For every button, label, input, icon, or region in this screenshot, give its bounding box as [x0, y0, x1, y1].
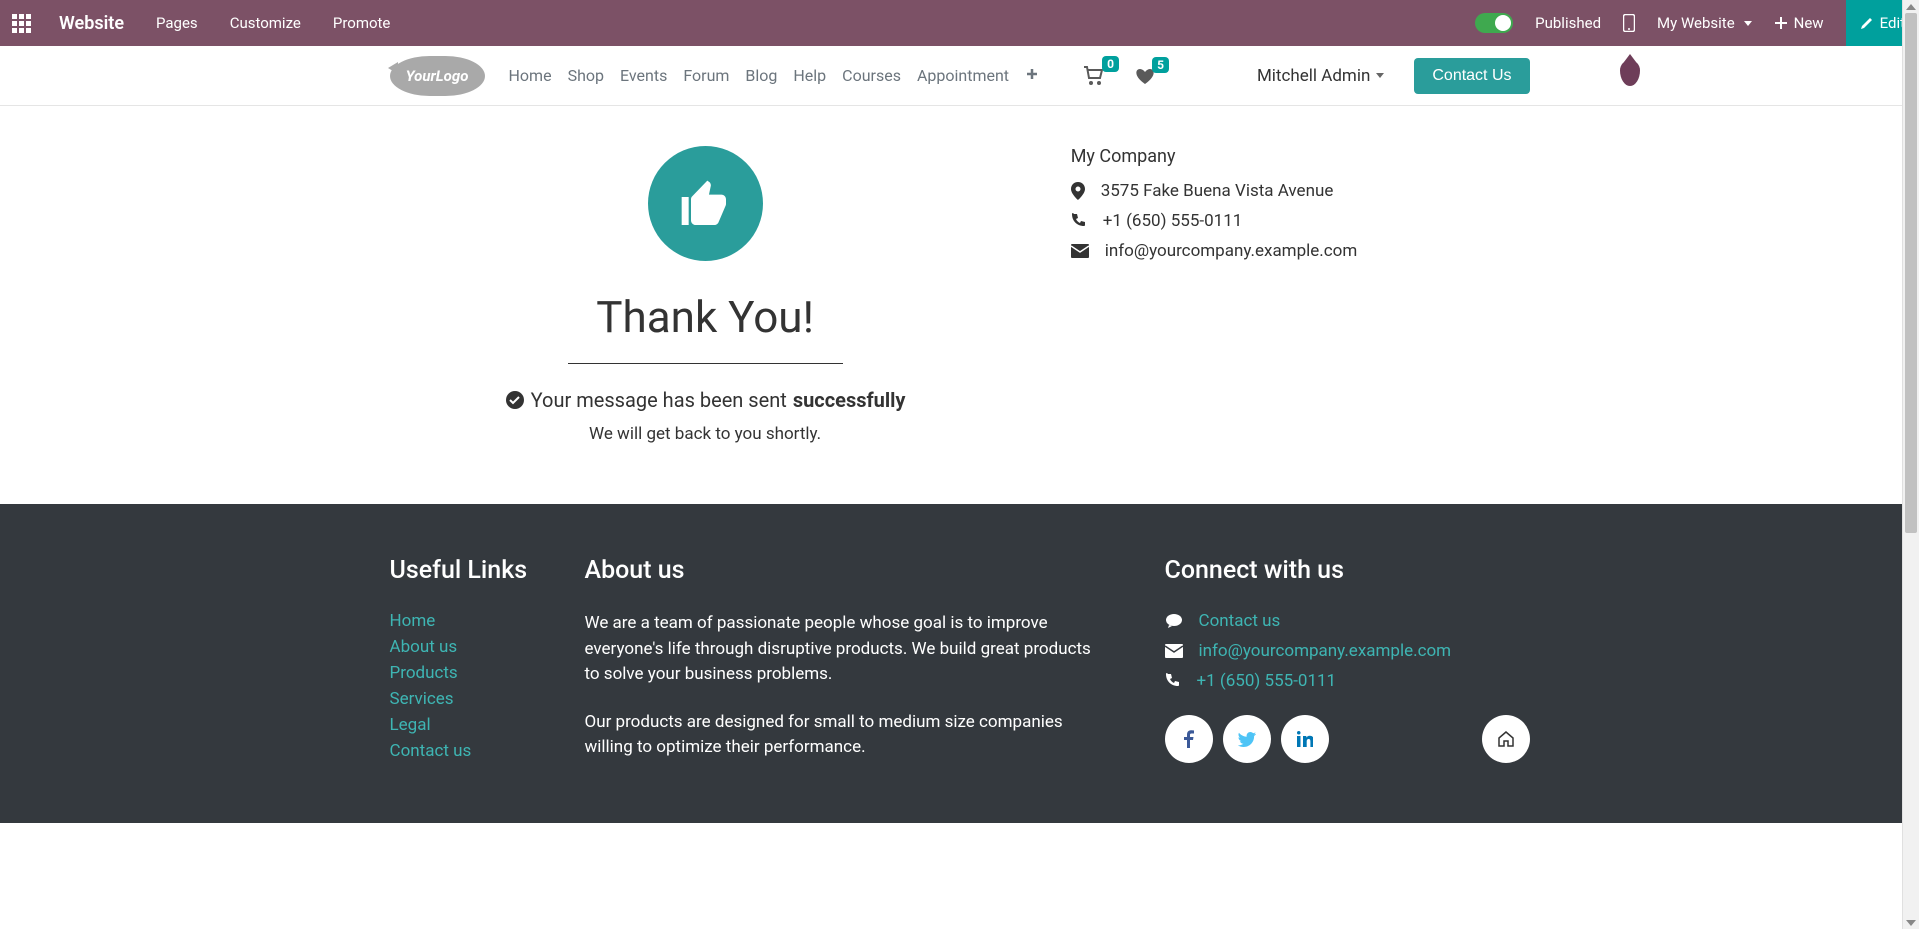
success-message: Your message has been sent successfully	[390, 388, 1021, 412]
site-logo[interactable]: YourLogo	[390, 56, 485, 96]
footer-link-home[interactable]: Home	[390, 611, 585, 631]
company-address: 3575 Fake Buena Vista Avenue	[1101, 181, 1334, 201]
connect-contact-link[interactable]: Contact us	[1199, 611, 1281, 631]
envelope-icon	[1165, 644, 1183, 658]
scroll-down-icon[interactable]	[1903, 916, 1919, 929]
footer-connect: Connect with us Contact us info@yourcomp…	[1165, 556, 1530, 783]
pencil-icon	[1860, 16, 1874, 30]
nav-blog[interactable]: Blog	[745, 66, 777, 85]
my-website-label: My Website	[1657, 14, 1735, 32]
logo-text: YourLogo	[406, 67, 469, 85]
social-icons	[1165, 715, 1530, 763]
connect-contact-row: Contact us	[1165, 611, 1530, 631]
company-phone: +1 (650) 555-0111	[1103, 211, 1243, 231]
site-icons: 0 5	[1083, 66, 1155, 86]
contact-us-button[interactable]: Contact Us	[1414, 58, 1529, 94]
admin-menu: Pages Customize Promote	[156, 14, 390, 32]
nav-help[interactable]: Help	[793, 66, 826, 85]
facebook-icon[interactable]	[1165, 715, 1213, 763]
envelope-icon	[1071, 244, 1089, 258]
useful-links-title: Useful Links	[390, 556, 585, 585]
cart-icon[interactable]: 0	[1083, 66, 1105, 86]
company-address-row: 3575 Fake Buena Vista Avenue	[1071, 181, 1530, 201]
shortly-text: We will get back to you shortly.	[390, 424, 1021, 444]
nav-shop[interactable]: Shop	[568, 66, 604, 85]
success-strong: successfully	[793, 388, 906, 412]
phone-icon	[1165, 673, 1181, 689]
thank-you-title: Thank You!	[390, 291, 1021, 343]
nav-forum[interactable]: Forum	[683, 66, 729, 85]
my-website-dropdown[interactable]: My Website	[1657, 14, 1752, 32]
about-paragraph-1: We are a team of passionate people whose…	[585, 611, 1105, 688]
divider	[568, 363, 843, 364]
nav-appointment[interactable]: Appointment	[917, 66, 1009, 85]
apps-grid-icon[interactable]	[12, 14, 31, 33]
admin-bar: Website Pages Customize Promote Publishe…	[0, 0, 1919, 46]
connect-phone-link[interactable]: +1 (650) 555-0111	[1197, 671, 1337, 691]
wishlist-icon[interactable]: 5	[1135, 67, 1155, 85]
twitter-icon[interactable]	[1223, 715, 1271, 763]
chevron-down-icon	[1744, 21, 1752, 26]
add-menu-icon[interactable]	[1025, 66, 1039, 85]
plus-icon	[1774, 16, 1788, 30]
company-email-row: info@yourcompany.example.com	[1071, 241, 1530, 261]
footer-about: About us We are a team of passionate peo…	[585, 556, 1165, 783]
thank-you-column: Thank You! Your message has been sent su…	[390, 146, 1051, 444]
new-button[interactable]: New	[1774, 14, 1824, 32]
connect-phone-row: +1 (650) 555-0111	[1165, 671, 1530, 691]
about-paragraph-2: Our products are designed for small to m…	[585, 710, 1105, 761]
site-footer: Useful Links Home About us Products Serv…	[0, 504, 1919, 823]
user-name: Mitchell Admin	[1257, 66, 1370, 86]
site-menu: Home Shop Events Forum Blog Help Courses…	[509, 66, 1040, 85]
admin-menu-pages[interactable]: Pages	[156, 14, 198, 32]
scrollbar[interactable]	[1902, 0, 1919, 929]
chevron-down-icon	[1376, 73, 1384, 78]
home-icon[interactable]	[1482, 715, 1530, 763]
page-content: Thank You! Your message has been sent su…	[0, 106, 1919, 504]
scroll-thumb[interactable]	[1905, 13, 1917, 533]
footer-link-products[interactable]: Products	[390, 663, 585, 683]
theme-color-drop-icon[interactable]	[1620, 60, 1640, 86]
check-circle-icon	[505, 390, 525, 410]
company-email: info@yourcompany.example.com	[1105, 241, 1358, 261]
cart-badge: 0	[1102, 56, 1119, 72]
connect-title: Connect with us	[1165, 556, 1530, 585]
app-brand[interactable]: Website	[59, 13, 124, 34]
success-prefix: Your message has been sent	[531, 388, 787, 412]
footer-useful-links: Useful Links Home About us Products Serv…	[390, 556, 585, 783]
mobile-preview-icon[interactable]	[1623, 14, 1635, 32]
admin-bar-right: Published My Website New Edit	[1475, 0, 1907, 46]
company-phone-row: +1 (650) 555-0111	[1071, 211, 1530, 231]
user-dropdown[interactable]: Mitchell Admin	[1257, 66, 1384, 86]
company-name: My Company	[1071, 146, 1530, 167]
footer-link-legal[interactable]: Legal	[390, 715, 585, 735]
footer-link-about[interactable]: About us	[390, 637, 585, 657]
admin-menu-customize[interactable]: Customize	[230, 14, 301, 32]
about-title: About us	[585, 556, 1105, 585]
new-label: New	[1794, 14, 1824, 32]
scroll-up-icon[interactable]	[1903, 0, 1919, 13]
footer-links-list: Home About us Products Services Legal Co…	[390, 611, 585, 761]
admin-bar-left: Website Pages Customize Promote	[12, 13, 390, 34]
thumbs-up-icon	[648, 146, 763, 261]
company-info-column: My Company 3575 Fake Buena Vista Avenue …	[1051, 146, 1530, 444]
nav-events[interactable]: Events	[620, 66, 667, 85]
published-label: Published	[1535, 14, 1601, 32]
nav-home[interactable]: Home	[509, 66, 552, 85]
connect-email-row: info@yourcompany.example.com	[1165, 641, 1530, 661]
connect-email-link[interactable]: info@yourcompany.example.com	[1199, 641, 1452, 661]
wishlist-badge: 5	[1152, 57, 1169, 73]
phone-icon	[1071, 213, 1087, 229]
map-pin-icon	[1071, 182, 1085, 200]
speech-bubble-icon	[1165, 613, 1183, 629]
footer-link-contact[interactable]: Contact us	[390, 741, 585, 761]
published-toggle[interactable]	[1475, 13, 1513, 33]
site-navbar: YourLogo Home Shop Events Forum Blog Hel…	[0, 46, 1919, 106]
linkedin-icon[interactable]	[1281, 715, 1329, 763]
footer-link-services[interactable]: Services	[390, 689, 585, 709]
admin-menu-promote[interactable]: Promote	[333, 14, 391, 32]
nav-courses[interactable]: Courses	[842, 66, 901, 85]
